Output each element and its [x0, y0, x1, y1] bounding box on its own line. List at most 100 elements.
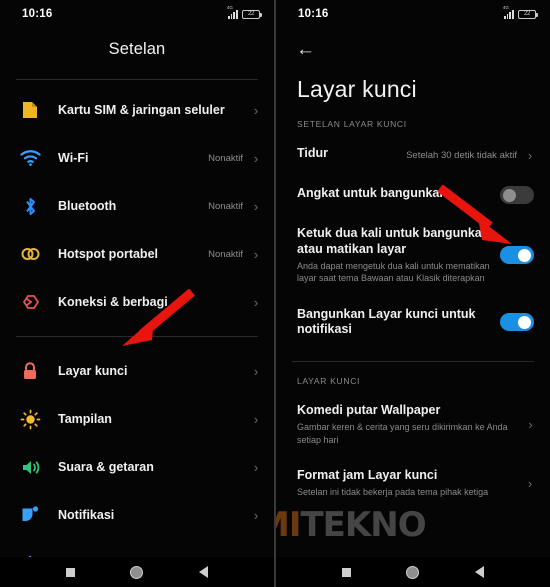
- sidebar-item-label: Tampilan: [58, 412, 112, 426]
- bluetooth-icon: [18, 194, 42, 218]
- setting-title: Komedi putar Wallpaper: [297, 402, 441, 417]
- status-icons: 4G 22: [227, 5, 262, 19]
- toggle-knob: [518, 248, 531, 262]
- setting-row-komedi-putar-wallpaper[interactable]: Komedi putar Wallpaper Gambar keren & ce…: [276, 392, 550, 457]
- setting-text: Angkat untuk bangunkan: [297, 186, 500, 202]
- sidebar-item-suara[interactable]: Suara & getaran ›: [0, 443, 274, 491]
- right-phone-screen: 10:16 4G 22 ← Layar kunci SETELAN LAYAR …: [275, 0, 550, 587]
- chevron-right-icon: ›: [253, 459, 259, 475]
- setting-title: Ketuk dua kali untuk bangunkan atau mati…: [297, 226, 490, 256]
- setting-title: Format jam Layar kunci: [297, 467, 438, 482]
- chevron-right-icon: ›: [253, 102, 259, 118]
- setting-row-format-jam-layar-kunci[interactable]: Format jam Layar kunci Setelan ini tidak…: [276, 457, 550, 510]
- sidebar-item-label: Hotspot portabel: [58, 247, 158, 261]
- toggle-bangunkan-layar-kunci[interactable]: [500, 313, 534, 332]
- sidebar-item-label: Koneksi & berbagi: [58, 295, 168, 309]
- toggle-ketuk-dua-kali[interactable]: [500, 246, 534, 265]
- section-caption-lockscreen: LAYAR KUNCI: [297, 375, 361, 386]
- recents-square-icon[interactable]: [341, 567, 351, 577]
- sidebar-item-label: Suara & getaran: [58, 460, 154, 474]
- watermark-part-one: MI: [276, 505, 301, 545]
- sidebar-item-value: Nonaktif: [208, 152, 243, 164]
- chevron-right-icon: ›: [253, 150, 259, 166]
- setting-value: Setelah 30 detik tidak aktif: [406, 149, 517, 161]
- status-time: 10:16: [22, 8, 53, 20]
- sidebar-item-hotspot[interactable]: Hotspot portabel Nonaktif ›: [0, 230, 274, 278]
- recents-square-icon[interactable]: [65, 567, 75, 577]
- toggle-knob: [503, 188, 516, 202]
- chevron-right-icon: ›: [253, 507, 259, 523]
- sidebar-item-label: Notifikasi: [58, 508, 115, 522]
- page-title: Layar kunci: [297, 76, 417, 102]
- sim-card-icon: [18, 98, 42, 122]
- back-button[interactable]: ←: [276, 28, 550, 62]
- sidebar-item-sim[interactable]: Kartu SIM & jaringan seluler ›: [0, 86, 274, 134]
- chevron-right-icon: ›: [528, 416, 533, 432]
- status-time: 10:16: [298, 8, 329, 20]
- toggle-angkat-untuk-bangunkan[interactable]: [500, 186, 534, 204]
- wifi-icon: [18, 146, 42, 170]
- setting-text: Ketuk dua kali untuk bangunkan atau mati…: [297, 226, 500, 285]
- setting-text: Tidur: [297, 146, 406, 162]
- battery-level-text: 22: [247, 11, 255, 17]
- home-circle-icon[interactable]: [406, 565, 420, 579]
- signal-bars-icon: 4G: [227, 5, 238, 19]
- sidebar-item-label: Layar kunci: [58, 364, 128, 378]
- chevron-right-icon: ›: [527, 475, 533, 491]
- battery-icon: 22: [242, 9, 262, 19]
- navigation-bar-right: [276, 557, 550, 587]
- navigation-bar-left: [0, 557, 274, 587]
- page-title: Setelan: [108, 40, 166, 58]
- hotspot-icon: [18, 242, 42, 266]
- speaker-icon: [18, 455, 42, 479]
- sidebar-item-layar-kunci[interactable]: Layar kunci ›: [0, 347, 274, 395]
- left-phone-screen: 10:16 4G 22 Setelan Kartu SIM & jaringan…: [0, 0, 275, 587]
- lock-icon: [18, 359, 42, 383]
- sidebar-item-value: Nonaktif: [208, 200, 243, 212]
- setting-row-bangunkan-layar-kunci[interactable]: Bangunkan Layar kunci untuk notifikasi: [276, 296, 550, 349]
- chevron-right-icon: ›: [253, 246, 259, 262]
- setting-subtitle: Setelan ini tidak bekerja pada tema piha…: [297, 487, 489, 498]
- sidebar-item-wifi[interactable]: Wi-Fi Nonaktif ›: [0, 134, 274, 182]
- sidebar-item-notifikasi[interactable]: Notifikasi ›: [0, 491, 274, 539]
- settings-list: Kartu SIM & jaringan seluler › Wi-Fi Non…: [0, 80, 274, 587]
- watermark-part-two: TEKNO: [300, 505, 426, 545]
- status-icons: 4G 22: [503, 5, 538, 19]
- setting-title: Tidur: [297, 146, 329, 160]
- home-circle-icon[interactable]: [130, 565, 144, 579]
- sidebar-item-connection-share[interactable]: Koneksi & berbagi ›: [0, 278, 274, 326]
- setting-row-tidur[interactable]: Tidur Setelah 30 detik tidak aktif ›: [276, 135, 550, 175]
- setting-text: Komedi putar Wallpaper Gambar keren & ce…: [297, 403, 527, 446]
- back-triangle-icon[interactable]: [199, 566, 209, 578]
- back-triangle-icon[interactable]: [475, 566, 485, 578]
- chevron-right-icon: ›: [527, 147, 533, 163]
- sidebar-item-label: Kartu SIM & jaringan seluler: [58, 103, 225, 117]
- brightness-icon: [18, 407, 42, 431]
- network-type-label: 4G: [226, 4, 233, 10]
- chevron-right-icon: ›: [253, 294, 259, 310]
- status-bar-left: 10:16 4G 22: [0, 0, 274, 28]
- sidebar-item-bluetooth[interactable]: Bluetooth Nonaktif ›: [0, 182, 274, 230]
- sidebar-item-value: Nonaktif: [208, 248, 243, 260]
- sidebar-item-label: Wi-Fi: [58, 151, 89, 165]
- chevron-right-icon: ›: [253, 411, 259, 427]
- toggle-knob: [518, 315, 531, 329]
- setting-text: Format jam Layar kunci Setelan ini tidak…: [297, 468, 526, 499]
- setting-row-angkat-untuk-bangunkan[interactable]: Angkat untuk bangunkan: [276, 175, 550, 215]
- setting-title: Bangunkan Layar kunci untuk notifikasi: [297, 306, 476, 337]
- sidebar-item-tampilan[interactable]: Tampilan ›: [0, 395, 274, 443]
- share-connection-icon: [18, 290, 42, 314]
- chevron-right-icon: ›: [253, 198, 259, 214]
- dual-phone-screenshot: 10:16 4G 22 Setelan Kartu SIM & jaringan…: [0, 0, 550, 587]
- notification-icon: [18, 503, 42, 527]
- section-caption-settings: SETELAN LAYAR KUNCI: [297, 119, 407, 129]
- battery-level-text: 22: [523, 11, 531, 17]
- setting-row-ketuk-dua-kali[interactable]: Ketuk dua kali untuk bangunkan atau mati…: [276, 215, 550, 296]
- signal-bars-icon: 4G: [503, 5, 514, 19]
- setting-text: Bangunkan Layar kunci untuk notifikasi: [297, 307, 500, 338]
- network-type-label: 4G: [502, 4, 509, 10]
- battery-icon: 22: [518, 9, 538, 19]
- status-bar-right: 10:16 4G 22: [276, 0, 550, 28]
